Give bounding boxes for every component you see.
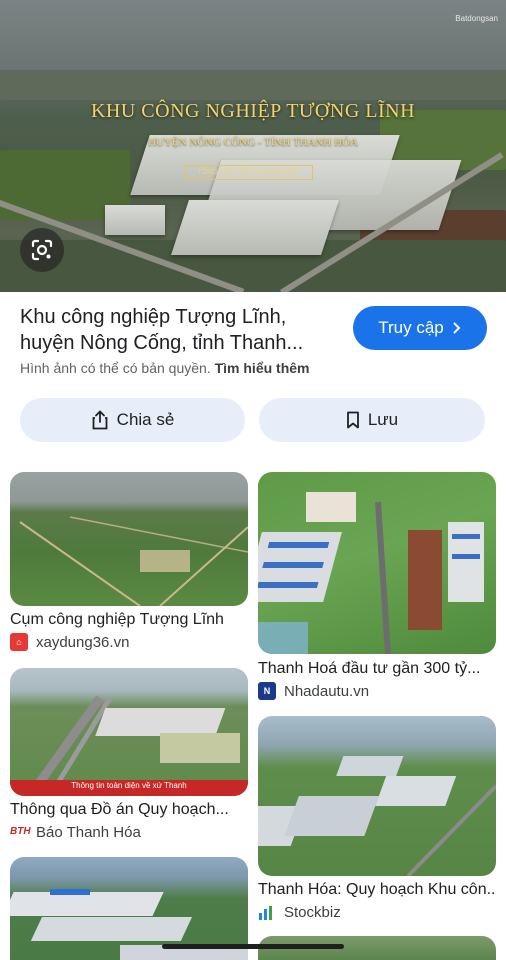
related-caption-1[interactable]: Cụm công nghiệp Tượng Lĩnh xyxy=(10,611,248,629)
related-source-1-label: xaydung36.vn xyxy=(36,633,130,651)
related-source-3-label: Báo Thanh Hóa xyxy=(36,823,141,841)
share-icon xyxy=(92,410,108,430)
visit-button-label: Truy cập xyxy=(378,318,444,337)
related-image-2[interactable] xyxy=(258,472,496,654)
related-caption-2[interactable]: Thanh Hoá đầu tư gần 300 tỷ... xyxy=(258,660,496,678)
related-source-4[interactable]: Stockbiz xyxy=(258,903,341,921)
hero-image[interactable]: Batdongsan KHU CÔNG NGHIỆP TƯỢNG LĨNH HU… xyxy=(0,0,506,292)
share-label: Chia sẻ xyxy=(116,410,175,429)
baothanhhoa-logo-icon: BTH xyxy=(10,823,31,841)
hero-sky xyxy=(0,0,506,70)
save-label: Lưu xyxy=(367,410,399,429)
hero-building xyxy=(171,200,339,255)
related-caption-4[interactable]: Thanh Hóa: Quy hoạch Khu côn... xyxy=(258,881,496,899)
related-source-2-label: Nhadautu.vn xyxy=(284,682,370,700)
farmland-graphic xyxy=(19,516,248,606)
hero-title: KHU CÔNG NGHIỆP TƯỢNG LĨNH xyxy=(90,100,416,122)
related-source-4-label: Stockbiz xyxy=(284,903,341,921)
related-image-4[interactable] xyxy=(258,716,496,876)
related-source-3[interactable]: BTH Báo Thanh Hóa xyxy=(10,823,141,841)
google-lens-button[interactable] xyxy=(20,228,64,272)
related-image-3[interactable]: Thông tin toàn diện về xứ Thanh xyxy=(10,668,248,796)
copyright-notice: Hình ảnh có thể có bản quyền. Tìm hiểu t… xyxy=(20,360,310,376)
stockbiz-logo-icon xyxy=(258,903,276,921)
hero-horizon xyxy=(0,70,506,100)
learn-more-link[interactable]: Tìm hiểu thêm xyxy=(215,360,310,376)
related-source-2[interactable]: N Nhadautu.vn xyxy=(258,682,369,700)
hero-tag: TỔNG HỢP BỞI DUAN24H.NET xyxy=(185,165,313,180)
news-banner: Thông tin toàn diện về xứ Thanh xyxy=(71,781,187,790)
xaydung-logo-icon: ⌂ xyxy=(10,633,28,651)
related-caption-3[interactable]: Thông qua Đồ án Quy hoạch... xyxy=(10,801,248,819)
hero-building xyxy=(105,205,165,235)
related-image-1[interactable] xyxy=(10,472,248,606)
industrial-park-render xyxy=(258,492,484,654)
google-lens-icon xyxy=(31,239,53,261)
home-indicator[interactable] xyxy=(162,944,344,949)
hero-watermark: Batdongsan xyxy=(455,14,498,23)
save-button[interactable]: Lưu xyxy=(259,398,485,442)
bookmark-icon xyxy=(346,411,359,429)
share-button[interactable]: Chia sẻ xyxy=(20,398,245,442)
visit-button[interactable]: Truy cập xyxy=(353,306,487,350)
highway-aerial-graphic xyxy=(10,695,248,796)
result-title[interactable]: Khu công nghiệp Tượng Lĩnh, huyện Nông C… xyxy=(20,304,340,356)
related-source-1[interactable]: ⌂ xaydung36.vn xyxy=(10,633,129,651)
chevron-right-icon xyxy=(453,322,461,334)
factory-cluster-graphic xyxy=(258,756,496,876)
copyright-text: Hình ảnh có thể có bản quyền. xyxy=(20,360,211,376)
nhadautu-logo-icon: N xyxy=(258,682,276,700)
hero-subtitle: HUYỆN NÔNG CỐNG - TỈNH THANH HÓA xyxy=(148,136,358,148)
